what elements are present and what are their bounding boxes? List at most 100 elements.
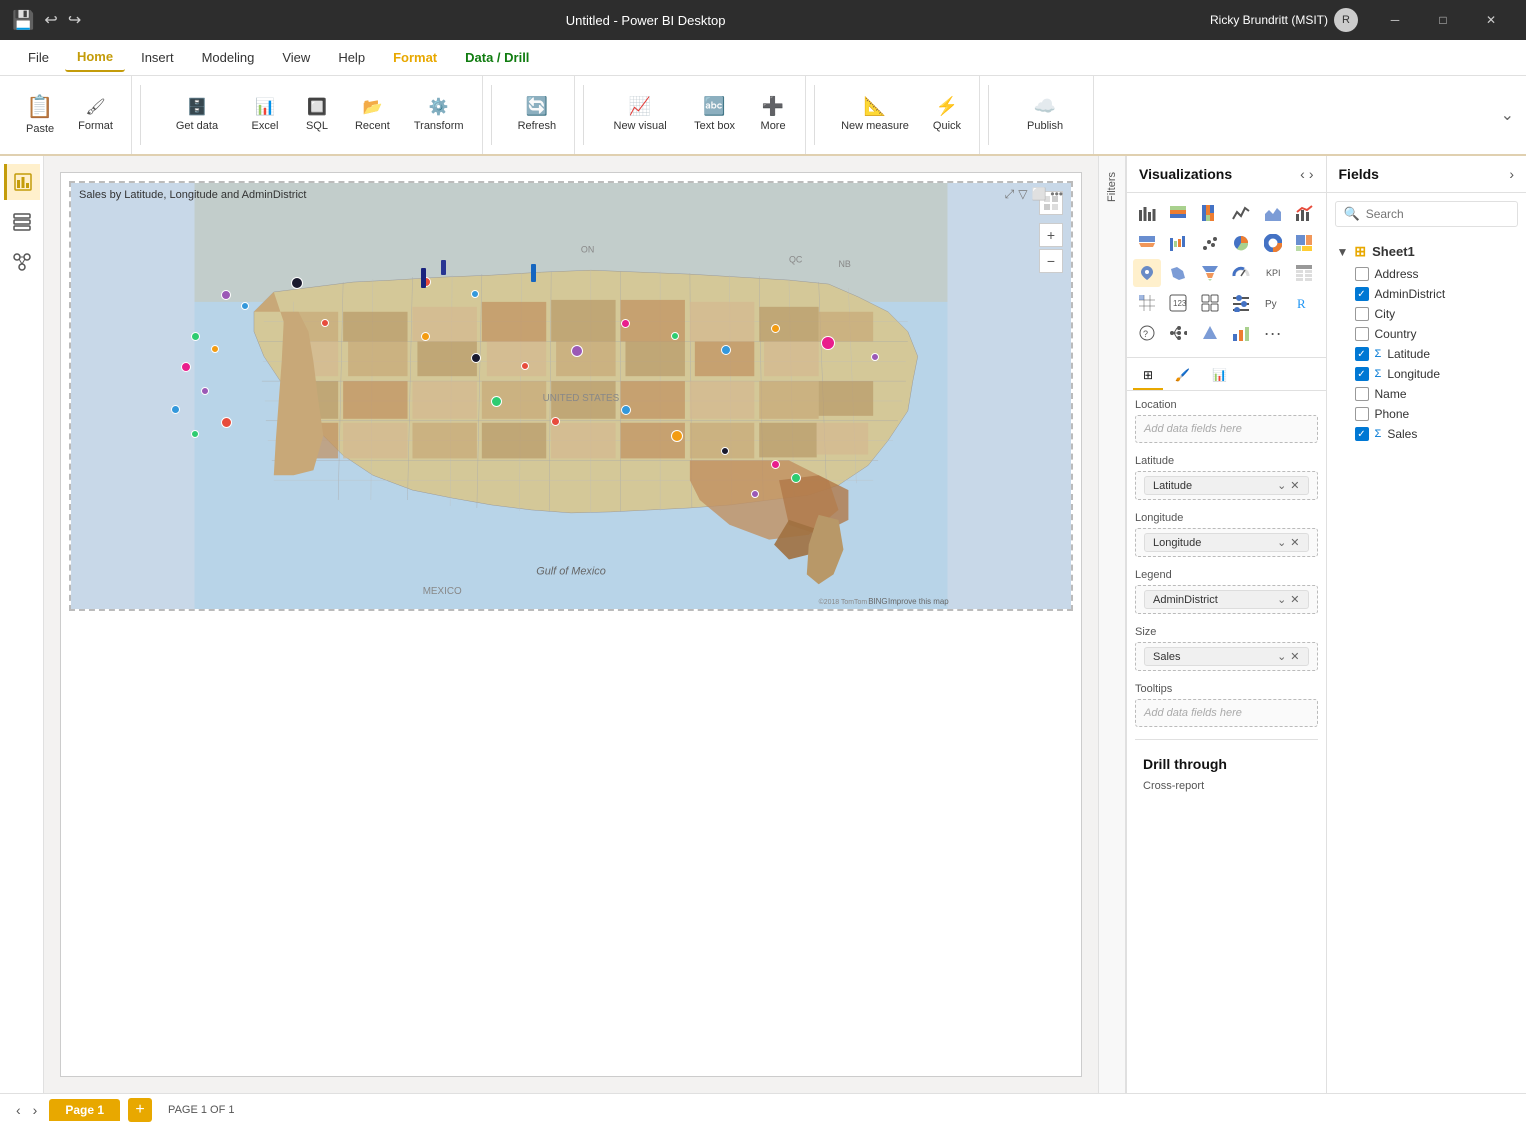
viz-bar-chart[interactable] bbox=[1133, 199, 1161, 227]
viz-area-chart[interactable] bbox=[1259, 199, 1287, 227]
fields-nav-forward[interactable]: › bbox=[1509, 166, 1514, 182]
publish-button[interactable]: ☁️ Publish bbox=[1005, 81, 1085, 149]
menu-data-drill[interactable]: Data / Drill bbox=[453, 44, 541, 71]
viz-100-bar[interactable] bbox=[1196, 199, 1224, 227]
viz-map[interactable] bbox=[1133, 259, 1161, 287]
paste-button[interactable]: 📋 Paste bbox=[16, 81, 64, 149]
size-field[interactable]: Sales ⌄ ✕ bbox=[1135, 642, 1318, 671]
fields-search-box[interactable]: 🔍 bbox=[1335, 201, 1519, 227]
latitude-remove-icon[interactable]: ✕ bbox=[1290, 479, 1299, 492]
legend-field[interactable]: AdminDistrict ⌄ ✕ bbox=[1135, 585, 1318, 614]
tree-item-admindistrict[interactable]: ✓ AdminDistrict bbox=[1335, 284, 1519, 304]
viz-table[interactable] bbox=[1290, 259, 1318, 287]
filter-icon[interactable]: ▽ bbox=[1018, 187, 1027, 202]
menu-help[interactable]: Help bbox=[326, 44, 377, 71]
viz-scatter[interactable] bbox=[1196, 229, 1224, 257]
tree-item-country[interactable]: Country bbox=[1335, 324, 1519, 344]
address-checkbox[interactable] bbox=[1355, 267, 1369, 281]
longitude-field[interactable]: Longitude ⌄ ✕ bbox=[1135, 528, 1318, 557]
expand-icon[interactable]: ⬜ bbox=[1031, 187, 1046, 202]
close-button[interactable]: ✕ bbox=[1468, 0, 1514, 40]
transform-button[interactable]: ⚙️ Transform bbox=[404, 81, 474, 149]
viz-tab-format[interactable]: 🖌️ bbox=[1165, 362, 1200, 390]
viz-ribbon[interactable] bbox=[1133, 229, 1161, 257]
admindistrict-checkbox[interactable]: ✓ bbox=[1355, 287, 1369, 301]
page-1-tab[interactable]: Page 1 bbox=[49, 1099, 120, 1121]
country-checkbox[interactable] bbox=[1355, 327, 1369, 341]
focus-icon[interactable]: ⤢ bbox=[1005, 187, 1015, 202]
tree-item-name[interactable]: Name bbox=[1335, 384, 1519, 404]
location-field[interactable]: Add data fields here bbox=[1135, 415, 1318, 443]
tree-item-city[interactable]: City bbox=[1335, 304, 1519, 324]
viz-nav-back[interactable]: ‹ bbox=[1300, 166, 1305, 182]
tooltips-field[interactable]: Add data fields here bbox=[1135, 699, 1318, 727]
redo-icon[interactable]: ↪ bbox=[68, 10, 81, 30]
textbox-button[interactable]: 🔤 Text box bbox=[684, 81, 745, 149]
menu-view[interactable]: View bbox=[270, 44, 322, 71]
page-next-button[interactable]: › bbox=[29, 1100, 42, 1120]
tree-item-longitude[interactable]: ✓ Σ Longitude bbox=[1335, 364, 1519, 384]
viz-treemap[interactable] bbox=[1290, 229, 1318, 257]
viz-pie-chart[interactable] bbox=[1227, 229, 1255, 257]
minimize-button[interactable]: ─ bbox=[1372, 0, 1418, 40]
zoom-in-button[interactable]: + bbox=[1039, 223, 1063, 247]
new-visual-button[interactable]: 📈 New visual bbox=[600, 81, 680, 149]
longitude-expand-icon[interactable]: ⌄ bbox=[1277, 536, 1286, 549]
viz-nav-forward[interactable]: › bbox=[1309, 166, 1314, 182]
viz-waterfall[interactable] bbox=[1164, 229, 1192, 257]
viz-more[interactable]: Py bbox=[1259, 289, 1287, 317]
size-remove-icon[interactable]: ✕ bbox=[1290, 650, 1299, 663]
viz-tab-fields[interactable]: ⊞ bbox=[1133, 362, 1163, 390]
longitude-remove-icon[interactable]: ✕ bbox=[1290, 536, 1299, 549]
new-measure-button[interactable]: 📐 New measure bbox=[831, 81, 919, 149]
menu-format[interactable]: Format bbox=[381, 44, 449, 71]
city-checkbox[interactable] bbox=[1355, 307, 1369, 321]
search-input[interactable] bbox=[1366, 207, 1509, 221]
viz-slicer[interactable] bbox=[1227, 289, 1255, 317]
visual-frame[interactable]: Sales by Latitude, Longitude and AdminDi… bbox=[69, 181, 1073, 611]
menu-home[interactable]: Home bbox=[65, 43, 125, 72]
recent-sources-button[interactable]: 📂 Recent bbox=[345, 81, 400, 149]
viz-tab-analytics[interactable]: 📊 bbox=[1202, 362, 1237, 390]
sales-checkbox[interactable]: ✓ bbox=[1355, 427, 1369, 441]
tree-item-sales[interactable]: ✓ Σ Sales bbox=[1335, 424, 1519, 444]
tree-item-address[interactable]: Address bbox=[1335, 264, 1519, 284]
name-checkbox[interactable] bbox=[1355, 387, 1369, 401]
save-icon[interactable]: 💾 bbox=[12, 10, 34, 31]
viz-kpi[interactable]: KPI bbox=[1259, 259, 1287, 287]
size-expand-icon[interactable]: ⌄ bbox=[1277, 650, 1286, 663]
menu-insert[interactable]: Insert bbox=[129, 44, 186, 71]
maximize-button[interactable]: □ bbox=[1420, 0, 1466, 40]
sql-button[interactable]: 🔲 SQL bbox=[293, 81, 341, 149]
menu-modeling[interactable]: Modeling bbox=[190, 44, 267, 71]
viz-more-btn[interactable]: ··· bbox=[1259, 319, 1287, 347]
legend-expand-icon[interactable]: ⌄ bbox=[1277, 593, 1286, 606]
undo-icon[interactable]: ↩ bbox=[44, 10, 57, 30]
sidebar-data-icon[interactable] bbox=[4, 204, 40, 240]
get-data-button[interactable]: 🗄️ Get data bbox=[157, 81, 237, 149]
zoom-out-button[interactable]: − bbox=[1039, 249, 1063, 273]
viz-gauge[interactable] bbox=[1227, 259, 1255, 287]
user-avatar[interactable]: R bbox=[1334, 8, 1358, 32]
latitude-expand-icon[interactable]: ⌄ bbox=[1277, 479, 1286, 492]
tree-item-phone[interactable]: Phone bbox=[1335, 404, 1519, 424]
quick-measure-button[interactable]: ⚡ Quick bbox=[923, 81, 971, 149]
viz-qa[interactable]: ? bbox=[1133, 319, 1161, 347]
sidebar-model-icon[interactable] bbox=[4, 244, 40, 280]
ribbon-more-button[interactable]: ⌄ bbox=[1497, 101, 1518, 129]
legend-remove-icon[interactable]: ✕ bbox=[1290, 593, 1299, 606]
viz-decomp-tree[interactable] bbox=[1164, 319, 1192, 347]
tree-item-latitude[interactable]: ✓ Σ Latitude bbox=[1335, 344, 1519, 364]
refresh-button[interactable]: 🔄 Refresh bbox=[508, 81, 567, 149]
viz-line-chart[interactable] bbox=[1227, 199, 1255, 227]
latitude-field[interactable]: Latitude ⌄ ✕ bbox=[1135, 471, 1318, 500]
viz-filled-map[interactable] bbox=[1164, 259, 1192, 287]
more-icon[interactable]: ••• bbox=[1050, 187, 1063, 202]
viz-stacked-bar[interactable] bbox=[1164, 199, 1192, 227]
viz-card[interactable]: 123 bbox=[1164, 289, 1192, 317]
sidebar-report-icon[interactable] bbox=[4, 164, 40, 200]
page-prev-button[interactable]: ‹ bbox=[12, 1100, 25, 1120]
more-visuals-button[interactable]: ➕ More bbox=[749, 81, 797, 149]
format-painter-button[interactable]: 🖌 Format bbox=[68, 81, 123, 149]
viz-r-visual[interactable]: R bbox=[1290, 289, 1318, 317]
